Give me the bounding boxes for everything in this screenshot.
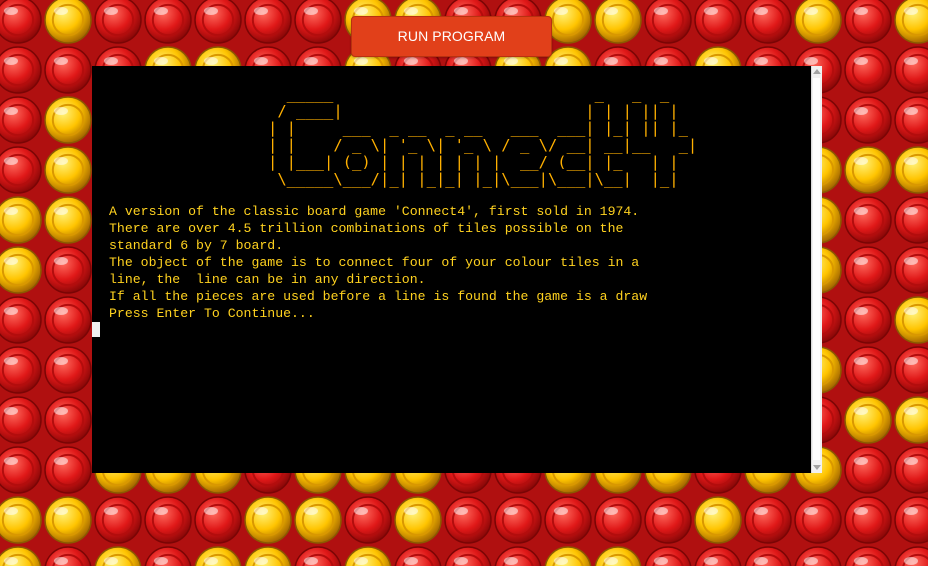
red-counter-icon (0, 446, 42, 494)
yellow-counter-icon (44, 496, 92, 544)
scroll-thumb[interactable] (813, 78, 820, 460)
red-counter-icon (44, 246, 92, 294)
red-counter-icon (194, 496, 242, 544)
red-counter-icon (44, 346, 92, 394)
scroll-down-icon[interactable] (813, 465, 821, 470)
red-counter-icon (844, 346, 892, 394)
yellow-counter-icon (694, 496, 742, 544)
yellow-counter-icon (44, 146, 92, 194)
red-counter-icon (194, 0, 242, 44)
yellow-counter-icon (794, 0, 842, 44)
intro-text: A version of the classic board game 'Con… (109, 204, 648, 321)
terminal-screen[interactable]: _____ _ _ _ / ____| | | | || | | | ___ _… (92, 66, 811, 473)
red-counter-icon (244, 0, 292, 44)
yellow-counter-icon (0, 196, 42, 244)
yellow-counter-icon (44, 96, 92, 144)
red-counter-icon (444, 496, 492, 544)
red-counter-icon (744, 0, 792, 44)
red-counter-icon (0, 96, 42, 144)
red-counter-icon (0, 346, 42, 394)
red-counter-icon (44, 396, 92, 444)
yellow-counter-icon (0, 246, 42, 294)
red-counter-icon (144, 0, 192, 44)
yellow-counter-icon (44, 196, 92, 244)
run-program-button[interactable]: RUN PROGRAM (351, 16, 552, 57)
red-counter-icon (94, 496, 142, 544)
text-cursor (92, 322, 100, 337)
red-counter-icon (494, 496, 542, 544)
red-counter-icon (844, 496, 892, 544)
scroll-up-icon[interactable] (813, 69, 821, 74)
yellow-counter-icon (0, 496, 42, 544)
yellow-counter-icon (844, 146, 892, 194)
red-counter-icon (94, 0, 142, 44)
red-counter-icon (844, 296, 892, 344)
yellow-counter-icon (244, 496, 292, 544)
connect4-ascii-banner: _____ _ _ _ / ____| | | | || | | | ___ _… (268, 85, 698, 188)
yellow-counter-icon (394, 496, 442, 544)
red-counter-icon (0, 396, 42, 444)
red-counter-icon (44, 296, 92, 344)
red-counter-icon (644, 496, 692, 544)
red-counter-icon (0, 0, 42, 44)
red-counter-icon (844, 196, 892, 244)
red-counter-icon (844, 446, 892, 494)
red-counter-icon (744, 496, 792, 544)
red-counter-icon (44, 446, 92, 494)
red-counter-icon (694, 0, 742, 44)
red-counter-icon (844, 246, 892, 294)
red-counter-icon (844, 46, 892, 94)
red-counter-icon (0, 146, 42, 194)
yellow-counter-icon (294, 496, 342, 544)
terminal-scrollbar[interactable] (811, 66, 822, 473)
red-counter-icon (0, 46, 42, 94)
red-counter-icon (844, 96, 892, 144)
yellow-counter-icon (844, 396, 892, 444)
red-counter-icon (544, 496, 592, 544)
red-counter-icon (44, 46, 92, 94)
red-counter-icon (844, 0, 892, 44)
red-counter-icon (344, 496, 392, 544)
yellow-counter-icon (44, 0, 92, 44)
red-counter-icon (144, 496, 192, 544)
yellow-counter-icon (594, 0, 642, 44)
red-counter-icon (644, 0, 692, 44)
red-counter-icon (594, 496, 642, 544)
red-counter-icon (0, 296, 42, 344)
red-counter-icon (294, 0, 342, 44)
red-counter-icon (794, 496, 842, 544)
